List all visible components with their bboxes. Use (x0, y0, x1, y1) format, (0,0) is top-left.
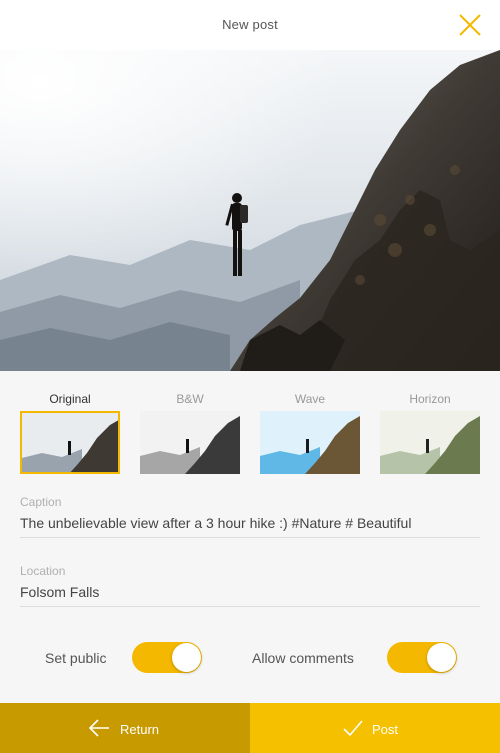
location-input[interactable]: Folsom Falls (20, 584, 99, 600)
caption-label: Caption (20, 495, 62, 509)
caption-underline (20, 537, 480, 538)
allow-comments-label: Allow comments (252, 650, 354, 666)
set-public-toggle[interactable] (132, 642, 202, 673)
filter-thumbnail[interactable] (140, 411, 240, 474)
filter-strip: Original B&W Wave Horizon (0, 371, 500, 481)
return-button[interactable]: Return (0, 703, 250, 753)
page-title: New post (222, 17, 278, 32)
post-label: Post (372, 722, 399, 737)
post-button[interactable]: Post (250, 703, 500, 753)
toggle-knob (172, 643, 201, 672)
filter-thumbnail[interactable] (260, 411, 360, 474)
arrow-left-icon (88, 717, 110, 739)
location-label: Location (20, 564, 66, 578)
checkmark-icon (342, 717, 364, 739)
set-public-label: Set public (45, 650, 107, 666)
toggle-knob (427, 643, 456, 672)
location-underline (20, 606, 480, 607)
return-label: Return (120, 722, 160, 737)
filter-thumbnail[interactable] (20, 411, 120, 474)
filter-label: Horizon (409, 392, 451, 406)
location-field[interactable]: Location Folsom Falls (20, 564, 480, 614)
caption-field[interactable]: Caption The unbelievable view after a 3 … (20, 495, 480, 545)
close-icon[interactable] (457, 12, 483, 38)
filter-label: B&W (176, 392, 204, 406)
filter-label: Original (49, 392, 91, 406)
filter-thumbnail[interactable] (380, 411, 480, 474)
filter-label: Wave (294, 392, 326, 406)
header-bar: New post (0, 0, 500, 50)
allow-comments-toggle[interactable] (387, 642, 457, 673)
caption-input[interactable]: The unbelievable view after a 3 hour hik… (20, 515, 411, 531)
post-photo (0, 50, 500, 371)
